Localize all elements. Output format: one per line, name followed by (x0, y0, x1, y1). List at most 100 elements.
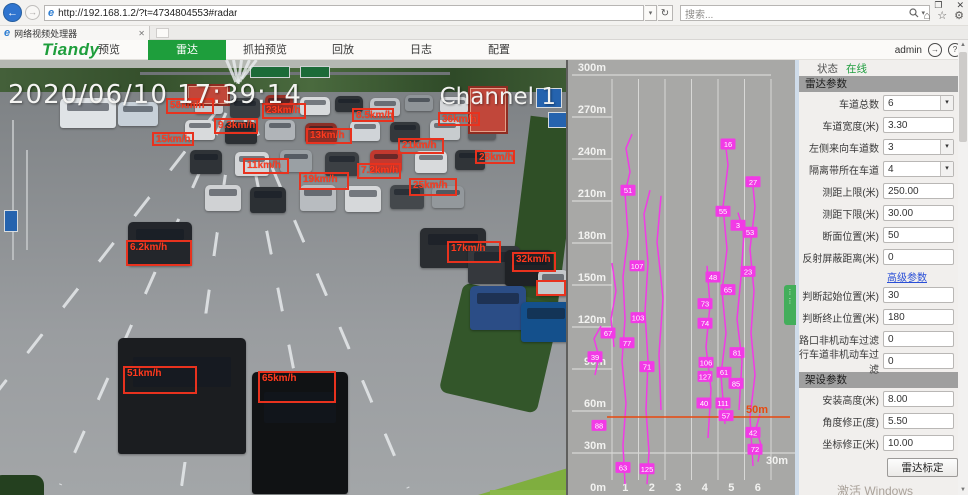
scrollbar-thumb[interactable] (959, 52, 967, 142)
new-tab-button[interactable] (156, 28, 169, 38)
panel-collapse-handle[interactable]: ⋮⋮ (784, 285, 796, 325)
svg-text:107: 107 (631, 262, 644, 271)
grass-verge (490, 490, 566, 495)
field-input[interactable]: 30.00 (883, 205, 954, 221)
field-input[interactable]: 180 (883, 309, 954, 325)
overhead-gantry (140, 72, 450, 75)
page-scrollbar[interactable]: ▲ ▼ (958, 40, 968, 495)
field-input[interactable]: 5.50 (883, 413, 954, 429)
search-placeholder: 搜索... (685, 6, 909, 21)
tab-title: 网络视频处理器 (14, 27, 134, 40)
forward-button[interactable]: → (25, 5, 40, 20)
activate-windows-watermark: 激活 Windows (837, 482, 958, 495)
svg-text:50m: 50m (746, 404, 768, 416)
radar-calibrate-button[interactable]: 雷达标定 (887, 458, 958, 477)
url-text: http://192.168.1.2/?t=4734804553#radar (58, 8, 237, 19)
radar-panel[interactable]: 300m270m240m210m180m150m120m90m60m30m0m1… (566, 60, 795, 495)
field-select[interactable]: 4▾ (883, 161, 954, 177)
svg-text:67: 67 (604, 329, 612, 338)
vehicle (521, 302, 566, 342)
svg-text:27: 27 (749, 178, 757, 187)
field-input[interactable]: 10.00 (883, 435, 954, 451)
scroll-down-icon[interactable]: ▼ (958, 485, 968, 495)
tab-favicon: e (4, 28, 10, 39)
vehicle-windshield (354, 124, 377, 129)
svg-text:0m: 0m (590, 482, 606, 494)
settings-gear-icon[interactable]: ⚙ (954, 8, 964, 24)
url-dropdown-icon[interactable]: ▾ (645, 5, 657, 21)
svg-text:111: 111 (717, 399, 728, 408)
field-label: 左侧来向车道数 (799, 140, 883, 155)
overhead-sign (300, 66, 330, 78)
browser-tab[interactable]: e 网络视频处理器 ✕ (0, 26, 150, 40)
field-value: 0 (884, 356, 953, 367)
field-value: 10.00 (884, 438, 953, 449)
nav-tab-抓拍预览[interactable]: 抓拍预览 (226, 40, 304, 60)
field-value: 30 (884, 290, 953, 301)
vehicle (190, 150, 222, 174)
home-icon[interactable]: ⌂ (924, 8, 931, 24)
svg-text:39: 39 (591, 353, 599, 362)
field-label: 角度修正(度) (799, 414, 883, 429)
vehicle (118, 338, 246, 454)
field-input[interactable]: 0 (883, 331, 954, 347)
chevron-down-icon[interactable]: ▾ (940, 96, 953, 110)
field-value: 3 (884, 142, 940, 153)
detection-box (536, 280, 566, 296)
light-pole (26, 150, 28, 250)
chevron-down-icon[interactable]: ▾ (940, 162, 953, 176)
vehicle (205, 185, 241, 211)
chevron-down-icon[interactable]: ▾ (940, 140, 953, 154)
tab-close-icon[interactable]: ✕ (138, 29, 145, 38)
vehicle (250, 187, 286, 213)
field-input[interactable]: 8.00 (883, 391, 954, 407)
back-button[interactable]: ← (3, 3, 22, 22)
field-input[interactable]: 250.00 (883, 183, 954, 199)
form-row: 角度修正(度)5.50 (799, 410, 958, 432)
svg-text:55: 55 (719, 207, 727, 216)
corner-tree (0, 475, 44, 495)
vehicle-windshield (194, 154, 218, 160)
nav-tab-回放[interactable]: 回放 (304, 40, 382, 60)
svg-text:23: 23 (744, 267, 752, 276)
form-row: 测距下限(米)30.00 (799, 202, 958, 224)
advanced-params-link[interactable]: 高级参数 (887, 269, 927, 284)
field-input[interactable]: 0 (883, 353, 954, 369)
refresh-button[interactable]: ↻ (658, 5, 673, 21)
field-input[interactable]: 50 (883, 227, 954, 243)
speed-label: 25km/h (413, 180, 447, 191)
svg-text:5: 5 (728, 482, 734, 494)
nav-tab-日志[interactable]: 日志 (382, 40, 460, 60)
form-row: 反射屏蔽距离(米)0 (799, 246, 958, 268)
detection-box: 28km/h (475, 150, 515, 164)
field-select[interactable]: 6▾ (883, 95, 954, 111)
field-select[interactable]: 3▾ (883, 139, 954, 155)
vehicle (265, 120, 295, 140)
field-input[interactable]: 0 (883, 249, 954, 265)
radar-settings-form: 雷达参数车道总数6▾车道宽度(米)3.30左侧来向车道数3▾隔离带所在车道4▾测… (799, 76, 958, 480)
form-row: 坐标修正(米)10.00 (799, 432, 958, 454)
nav-tab-雷达[interactable]: 雷达 (148, 40, 226, 60)
detection-box: 32km/h (512, 252, 556, 272)
svg-text:57: 57 (722, 412, 730, 421)
field-input[interactable]: 3.30 (883, 117, 954, 133)
video-panel[interactable]: 58km/h9.3km/h23km/h13km/h8.5km/h21km/h11… (0, 60, 566, 495)
nav-tab-配置[interactable]: 配置 (460, 40, 538, 60)
field-label: 测距下限(米) (799, 206, 883, 221)
svg-text:270m: 270m (578, 104, 606, 116)
search-input[interactable]: 搜索... ▾ (680, 5, 930, 21)
address-bar[interactable]: e http://192.168.1.2/?t=4734804553#radar (44, 5, 644, 21)
scroll-up-icon[interactable]: ▲ (958, 40, 968, 50)
field-input[interactable]: 30 (883, 287, 954, 303)
roadside-sign (548, 112, 566, 128)
detection-box: 65km/h (258, 371, 336, 403)
field-label: 安装高度(米) (799, 392, 883, 407)
favorites-star-icon[interactable]: ☆ (937, 8, 947, 24)
vehicle-windshield (477, 293, 520, 304)
logout-icon[interactable]: → (928, 43, 942, 57)
speed-label: 32km/h (516, 254, 550, 265)
section-title: 雷达参数 (805, 78, 847, 90)
nav-tab-预览[interactable]: 预览 (70, 40, 148, 60)
field-value: 4 (884, 164, 940, 175)
svg-text:77: 77 (623, 339, 631, 348)
